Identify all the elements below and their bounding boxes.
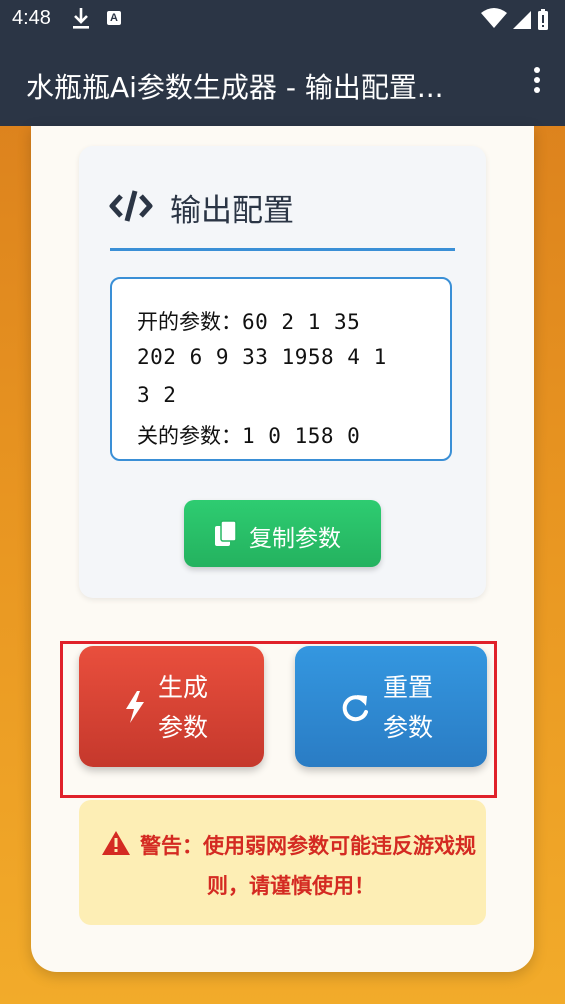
on-params-value-2: 202 6 9 33 1958 4 1 xyxy=(137,345,387,369)
reset-label-line2: 参数 xyxy=(383,713,434,742)
app-bar: 水瓶瓶Ai参数生成器 - 输出配置... xyxy=(0,38,565,126)
bolt-icon xyxy=(126,691,144,723)
status-bar: 4:48 A xyxy=(0,0,565,38)
app-title: 水瓶瓶Ai参数生成器 - 输出配置... xyxy=(26,71,444,104)
status-system-icons xyxy=(481,8,548,30)
redo-icon xyxy=(342,695,368,722)
status-time: 4:48 xyxy=(12,7,51,29)
on-params-value-1: 60 2 1 35 xyxy=(242,310,361,334)
on-params-value-3: 3 2 xyxy=(137,383,177,407)
copy-params-button[interactable]: 复制参数 xyxy=(184,500,381,567)
warning-banner: 警告：使用弱网参数可能违反游戏规则，请谨慎使用！ xyxy=(79,800,486,925)
reset-label-line1: 重置 xyxy=(383,673,434,702)
on-params-line-3: 3 2 xyxy=(137,383,176,407)
generate-label-line1: 生成 xyxy=(158,673,209,702)
reset-params-button[interactable]: 重置 参数 xyxy=(295,646,487,767)
card-title-divider xyxy=(110,248,455,251)
battery-icon xyxy=(538,9,548,30)
generate-label-line2: 参数 xyxy=(158,713,209,742)
a-icon: A xyxy=(107,11,121,25)
on-params-line-2: 202 6 9 33 1958 4 1 xyxy=(137,345,387,369)
warning-text: 警告：使用弱网参数可能违反游戏规则，请谨慎使用！ xyxy=(140,834,476,898)
on-params-label: 开的参数： xyxy=(137,310,242,334)
copy-icon xyxy=(215,520,237,546)
download-icon xyxy=(73,8,89,29)
generate-params-button[interactable]: 生成 参数 xyxy=(79,646,264,767)
wifi-icon xyxy=(481,8,507,28)
code-icon xyxy=(109,190,153,222)
on-params-line: 开的参数：60 2 1 35 xyxy=(137,306,360,336)
off-params-value: 1 0 158 0 xyxy=(242,424,361,448)
copy-params-label: 复制参数 xyxy=(249,526,341,552)
card-title: 输出配置 xyxy=(170,193,294,229)
off-params-label: 关的参数： xyxy=(137,424,242,448)
off-params-line: 关的参数：1 0 158 0 xyxy=(137,420,360,450)
signal-icon xyxy=(513,11,531,29)
more-vert-icon[interactable] xyxy=(531,64,543,100)
